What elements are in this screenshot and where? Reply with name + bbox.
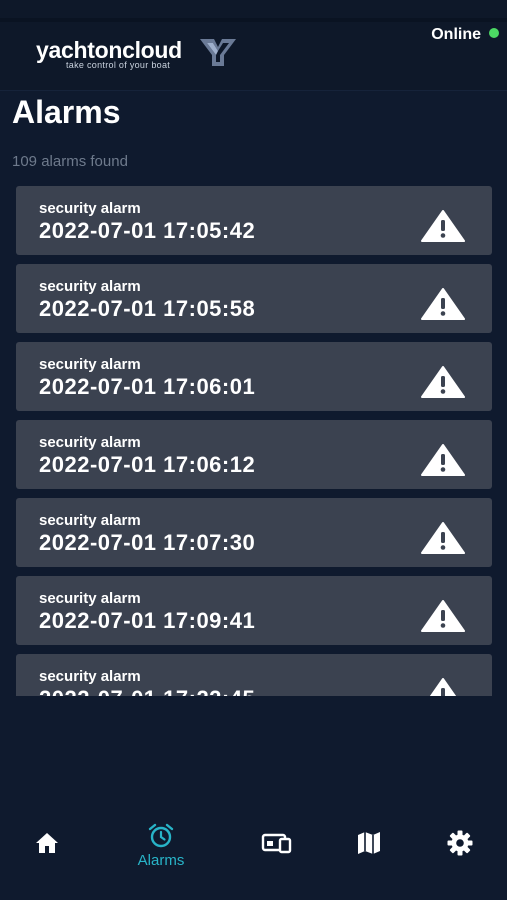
alarm-time: 2022-07-01 17:07:30 bbox=[39, 530, 256, 555]
alarm-card[interactable]: security alarm 2022-07-01 17:07:30 bbox=[16, 498, 492, 567]
alarm-card[interactable]: security alarm 2022-07-01 17:22:45 bbox=[16, 654, 492, 696]
alarm-type: security alarm bbox=[39, 356, 141, 373]
nav-home[interactable] bbox=[7, 808, 87, 878]
warning-icon bbox=[421, 600, 465, 632]
alarm-time: 2022-07-01 17:05:42 bbox=[39, 218, 256, 243]
alarm-card[interactable]: security alarm 2022-07-01 17:06:01 bbox=[16, 342, 492, 411]
nav-alarms[interactable]: Alarms bbox=[121, 808, 201, 878]
status-indicator bbox=[489, 28, 499, 38]
alarm-type: security alarm bbox=[39, 590, 141, 607]
alarm-type: security alarm bbox=[39, 200, 141, 217]
alarm-time: 2022-07-01 17:22:45 bbox=[39, 686, 255, 696]
warning-icon bbox=[421, 522, 465, 554]
alarm-clock-icon bbox=[148, 823, 174, 848]
home-icon bbox=[36, 833, 58, 853]
alarm-type: security alarm bbox=[39, 434, 141, 451]
header-divider bbox=[0, 18, 507, 22]
warning-icon bbox=[421, 444, 465, 476]
alarm-time: 2022-07-01 17:06:01 bbox=[39, 374, 256, 399]
logo-wordmark: yachtoncloud bbox=[36, 38, 182, 62]
alarm-card[interactable]: security alarm 2022-07-01 17:05:58 bbox=[16, 264, 492, 333]
warning-icon bbox=[429, 678, 457, 696]
alarm-type: security alarm bbox=[39, 668, 141, 685]
alarm-type: security alarm bbox=[39, 512, 141, 529]
status-label: Online bbox=[431, 26, 481, 43]
bottom-navigation: Alarms bbox=[0, 808, 507, 878]
logo-tagline: take control of your boat bbox=[66, 60, 171, 70]
warning-icon bbox=[421, 288, 465, 320]
alarm-card[interactable]: security alarm 2022-07-01 17:06:12 bbox=[16, 420, 492, 489]
alarm-type: security alarm bbox=[39, 278, 141, 295]
alarm-count: 109 alarms found bbox=[12, 153, 128, 170]
warning-icon bbox=[421, 366, 465, 398]
alarm-time: 2022-07-01 17:05:58 bbox=[39, 296, 256, 321]
nav-alarms-label: Alarms bbox=[137, 852, 185, 869]
alarm-card[interactable]: security alarm 2022-07-01 17:05:42 bbox=[16, 186, 492, 255]
devices-icon bbox=[261, 833, 292, 854]
nav-settings[interactable] bbox=[420, 808, 500, 878]
logo-text: yachtoncloud take control of your boat bbox=[36, 38, 182, 70]
logo-mark-icon bbox=[199, 39, 236, 66]
warning-icon bbox=[421, 210, 465, 242]
alarm-time: 2022-07-01 17:09:41 bbox=[39, 608, 256, 633]
page-title: Alarms bbox=[12, 94, 121, 130]
alarm-card[interactable]: security alarm 2022-07-01 17:09:41 bbox=[16, 576, 492, 645]
alarm-list[interactable]: security alarm 2022-07-01 17:05:42 secur… bbox=[16, 186, 492, 696]
map-icon bbox=[358, 832, 380, 854]
connection-status: Online bbox=[431, 26, 499, 44]
brand-logo[interactable]: yachtoncloud take control of your boat bbox=[36, 38, 240, 70]
nav-map[interactable] bbox=[329, 808, 409, 878]
app-header: yachtoncloud take control of your boat O… bbox=[0, 0, 507, 91]
nav-devices[interactable] bbox=[237, 808, 317, 878]
gear-icon bbox=[447, 830, 473, 856]
alarm-time: 2022-07-01 17:06:12 bbox=[39, 452, 256, 477]
